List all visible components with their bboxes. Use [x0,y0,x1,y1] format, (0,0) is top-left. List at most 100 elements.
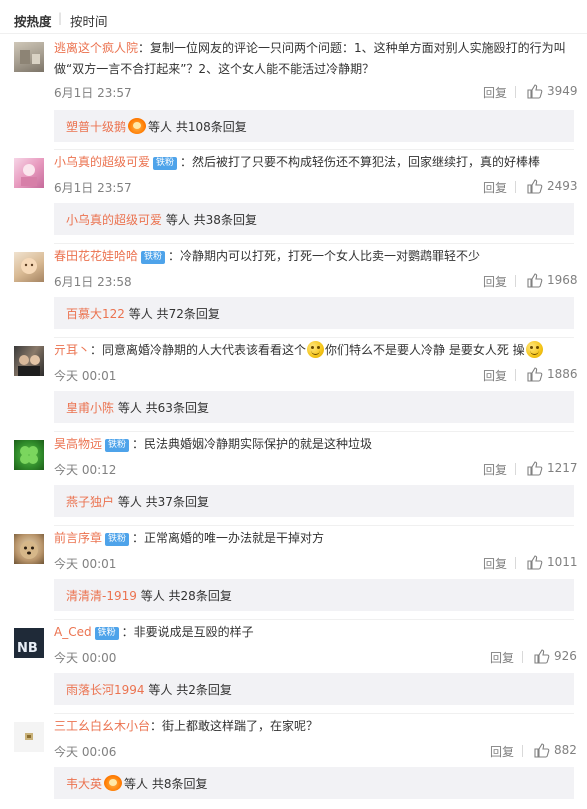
comment-username[interactable]: 前言序章 [54,531,102,545]
fan-badge: 铁粉 [105,533,130,546]
comment-username[interactable]: A_Ced [54,625,92,639]
comment-body: ：非要说成是互殴的样子 [121,625,254,639]
comment-username[interactable]: 春田花花娃哈哈 [54,249,138,263]
sub-replies-bar[interactable]: 小乌真的超级可爱 等人 共38条回复 [54,203,574,235]
comment-body: ：同意离婚冷静期的人大代表该看看这个 [90,343,307,357]
sub-replies-bar[interactable]: 百慕大122 等人 共72条回复 [54,297,574,329]
sub-reply-username[interactable]: 百慕大122 [66,307,125,321]
comment-item: NB A_Ced 铁粉 ：非要说成是互殴的样子 今天 00:00 回复 926 雨落… [0,620,587,714]
like-count: 1886 [547,367,578,381]
fan-badge: 铁粉 [94,627,119,640]
comment-item: 春田花花娃哈哈 铁粉 ：冷静期内可以打死，打死一个女人比卖一对鹦鹉罪轻不少 6月1日… [0,244,587,338]
sub-replies-text: 韦大英 等人 共8条回复 [66,775,208,792]
comment-username[interactable]: 小乌真的超级可爱 [54,155,150,169]
comment-text: 昊高物远 铁粉 ：民法典婚姻冷静期实际保护的就是这种垃圾 [54,434,571,455]
avatar[interactable] [14,346,44,376]
comment-body: ：街上都敢这样踹了，在家呢？ [150,719,319,733]
comment-timestamp: 6月1日 23:57 [54,86,132,100]
comment-username[interactable]: 逃离这个疯人院 [54,41,138,55]
sub-replies-bar[interactable]: 燕子独户 等人 共37条回复 [54,485,574,517]
sub-reply-username[interactable]: 清清清-1919 [66,589,137,603]
smile-emoji-icon [307,341,325,358]
comment-timestamp: 今天 00:01 [54,557,117,571]
sub-reply-prefix: 等人 共 [124,777,164,791]
avatar-image [25,733,33,740]
reply-button[interactable]: 回复 [490,743,514,760]
like-count: 1968 [547,273,578,287]
sub-reply-prefix: 等人 共 [117,401,158,415]
comment-item: 昊高物远 铁粉 ：民法典婚姻冷静期实际保护的就是这种垃圾 今天 00:12 回复 1… [0,432,587,526]
sub-reply-username[interactable]: 燕子独户 [66,495,114,509]
sub-replies-text: 清清清-1919 等人 共28条回复 [66,587,232,604]
fan-badge: 铁粉 [141,251,166,264]
sub-reply-suffix: 条回复 [171,777,208,791]
reply-button[interactable]: 回复 [483,84,507,101]
thumbs-up-icon [534,743,550,758]
sort-bar: 按热度 | 按时间 [0,0,587,34]
avatar-image [20,50,40,64]
thumbs-up-icon [534,649,550,664]
sub-reply-count: 108 [187,120,211,134]
reply-button[interactable]: 回复 [483,461,507,478]
sub-reply-username[interactable]: 韦大英 [66,777,102,791]
avatar[interactable] [14,440,44,470]
comment-timestamp: 今天 00:12 [54,463,117,477]
sub-replies-bar[interactable]: 雨落长河1994 等人 共2条回复 [54,673,574,705]
comment-timestamp: 6月1日 23:57 [54,181,132,195]
sub-reply-username[interactable]: 皇甫小陈 [66,401,114,415]
dog-avatar-image [20,541,38,559]
clover-avatar-image [20,446,38,464]
avatar-image [21,164,37,186]
reply-button[interactable]: 回复 [483,367,507,384]
comment-timestamp: 今天 00:00 [54,651,117,665]
comment-body: ：冷静期内可以打死，打死一个女人比卖一对鹦鹉罪轻不少 [168,249,481,263]
action-divider [515,463,516,475]
reply-button[interactable]: 回复 [483,179,507,196]
comment-text: 小乌真的超级可爱 铁粉 ：然后被打了只要不构成轻伤还不算犯法，回家继续打，真的好棒棒 [54,152,571,173]
fan-badge: 铁粉 [105,439,130,452]
sub-replies-bar[interactable]: 皇甫小陈 等人 共63条回复 [54,391,574,423]
comment-text: 前言序章 铁粉 ：正常离婚的唯一办法就是干掉对方 [54,528,571,549]
avatar[interactable] [14,158,44,188]
sub-replies-text: 塑普十级鹅 等人 共108条回复 [66,118,247,135]
sub-replies-bar[interactable]: 塑普十级鹅 等人 共108条回复 [54,110,574,142]
action-divider [515,557,516,569]
comment-timestamp: 今天 00:06 [54,745,117,759]
sub-reply-prefix: 等人 共 [128,307,169,321]
avatar[interactable] [14,722,44,752]
sub-reply-prefix: 等人 共 [117,495,158,509]
sub-replies-text: 百慕大122 等人 共72条回复 [66,305,220,322]
smile-emoji-icon [525,341,543,358]
reply-button[interactable]: 回复 [490,649,514,666]
sub-reply-count: 37 [157,495,173,509]
avatar-image [21,258,37,274]
sub-reply-username[interactable]: 雨落长河1994 [66,683,145,697]
sub-reply-count: 72 [168,307,184,321]
comment-body: ：复制一位网友的评论一只问两个问题：1、这种单方面对别人实施殴打的行为叫 [138,41,566,55]
avatar[interactable] [14,252,44,282]
avatar[interactable] [14,534,44,564]
sub-replies-bar[interactable]: 清清清-1919 等人 共28条回复 [54,579,574,611]
reply-button[interactable]: 回复 [483,555,507,572]
svg-text:NB: NB [17,641,38,656]
comment-username[interactable]: 昊高物远 [54,437,102,451]
reply-button[interactable]: 回复 [483,273,507,290]
action-divider [515,275,516,287]
sub-replies-bar[interactable]: 韦大英 等人 共8条回复 [54,767,574,799]
comment-timestamp: 今天 00:01 [54,369,117,383]
vip-badge-icon [104,775,123,791]
avatar[interactable] [14,42,44,72]
comment-username[interactable]: 三工幺白幺木小台 [54,719,150,733]
avatar[interactable]: NB [14,628,44,658]
thumbs-up-icon [527,179,543,194]
comment-username[interactable]: 亓耳丶 [54,343,90,357]
sub-reply-prefix: 等人 共 [140,589,181,603]
comment-item: 小乌真的超级可爱 铁粉 ：然后被打了只要不构成轻伤还不算犯法，回家继续打，真的好棒棒… [0,150,587,244]
comment-timestamp: 6月1日 23:58 [54,275,132,289]
sub-reply-username[interactable]: 塑普十级鹅 [66,120,126,134]
sort-by-hot-tab[interactable]: 按热度 [14,11,52,30]
sub-reply-username[interactable]: 小乌真的超级可爱 [66,213,162,227]
sort-by-time-tab[interactable]: 按时间 [70,11,108,30]
fan-badge: 铁粉 [153,157,178,170]
avatar-image [18,355,40,376]
